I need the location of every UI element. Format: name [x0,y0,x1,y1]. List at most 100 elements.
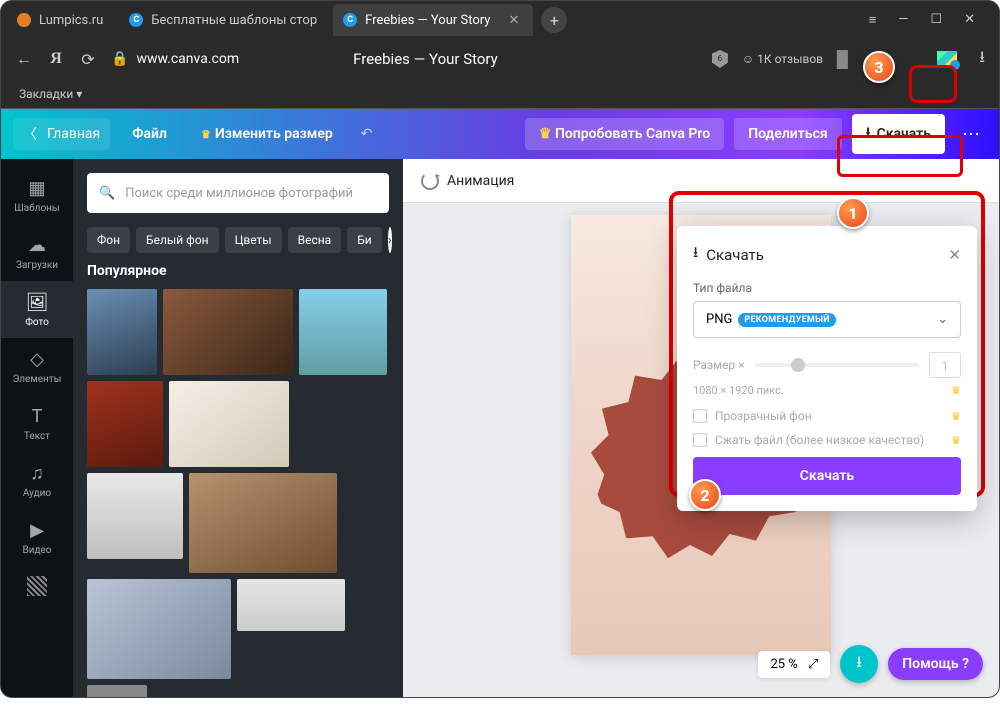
try-pro-button[interactable]: ♛ Попробовать Canva Pro [525,118,724,150]
size-value[interactable]: 1 [929,352,961,378]
photo-icon: 🖼 [26,291,48,313]
address-bar: ← Я ⟳ 🔒 www.canva.com Freebies — Your St… [1,39,999,79]
file-menu[interactable]: Файл [120,120,179,148]
photo-thumb[interactable] [87,381,163,467]
reload-icon[interactable]: ⟳ [79,50,97,69]
chip[interactable]: Белый фон [136,227,219,253]
rail-templates[interactable]: ▦Шаблоны [1,167,73,224]
annotation-badge-2: 2 [689,479,721,511]
share-button[interactable]: Поделиться [734,118,841,150]
search-placeholder: Поиск среди миллионов фотографий [125,186,353,201]
annotation-highlight [909,65,957,103]
photo-thumb[interactable] [169,381,289,467]
bookmarks-label: Закладки ▾ [19,87,82,101]
bookmarks-bar[interactable]: Закладки ▾ [1,79,999,109]
lock-icon: 🔒 [111,51,128,67]
rail-uploads[interactable]: ☁Загрузки [1,224,73,281]
annotation-highlight [837,135,963,177]
menu-icon[interactable]: ≡ [869,12,877,28]
annotation-badge-1: 1 [837,197,869,229]
quick-download-button[interactable]: ⭳ [840,645,878,683]
bottom-controls: 25 % ⤢ ⭳ Помощь ? [758,645,983,683]
chip[interactable]: Фон [87,227,130,253]
favicon-icon: C [129,13,143,27]
popover-title: Скачать [706,246,764,264]
size-slider[interactable] [755,363,919,367]
recommended-badge: РЕКОМЕНДУЕМЫЙ [738,313,835,327]
photo-thumb[interactable] [87,579,231,679]
photo-thumb[interactable] [237,579,345,631]
chip[interactable]: Весна [288,227,342,253]
window-controls: ≡ — ☐ ✕ [851,12,993,28]
tab-label: Бесплатные шаблоны стор [151,13,317,28]
tab-freebies[interactable]: C Freebies — Your Story ✕ [333,4,533,36]
minimize-icon[interactable]: — [898,12,908,28]
undo-icon[interactable]: ↶ [361,126,373,142]
section-popular: Популярное [87,263,389,279]
help-button[interactable]: Помощь ? [888,648,983,680]
download-popover: ⭳ Скачать ✕ Тип файла PNG РЕКОМЕНДУЕМЫЙ … [677,226,977,511]
file-type-select[interactable]: PNG РЕКОМЕНДУЕМЫЙ ⌄ [693,301,961,338]
shield-icon[interactable]: 6 [712,50,728,68]
audio-icon: ♫ [26,462,48,484]
compress-checkbox[interactable]: Сжать файл (более низкое качество) ♛ [693,433,961,447]
crown-icon: ♛ [951,434,961,447]
more-hatch-icon [27,576,47,596]
photo-thumb[interactable] [189,473,337,573]
photo-thumb[interactable] [87,289,157,375]
crown-icon: ♛ [951,384,961,397]
new-tab-button[interactable]: + [541,7,567,33]
search-icon: 🔍 [99,186,115,201]
tab-lumpics[interactable]: Lumpics.ru [7,4,117,36]
rail-video[interactable]: ▶Видео [1,509,73,566]
video-icon: ▶ [26,519,48,541]
page-title: Freebies — Your Story [353,50,498,68]
transparent-bg-checkbox[interactable]: Прозрачный фон ♛ [693,409,961,423]
rail-text[interactable]: TТекст [1,395,73,452]
rail-photos[interactable]: 🖼Фото [1,281,73,338]
elements-icon: ◇ [26,348,48,370]
size-slider-row: Размер × 1 [693,352,961,378]
checkbox-icon [693,409,707,423]
tab-templates[interactable]: C Бесплатные шаблоны стор [119,4,331,36]
yandex-icon[interactable]: Я [47,50,65,68]
resize-button[interactable]: ♛Изменить размер [189,120,345,148]
rail-more[interactable] [1,566,73,606]
animation-button[interactable]: Анимация [447,173,514,189]
tab-label: Lumpics.ru [39,13,103,28]
photo-thumb[interactable] [163,289,293,375]
chip[interactable]: Би [347,227,382,253]
browser-tabs: Lumpics.ru C Бесплатные шаблоны стор C F… [1,1,999,39]
rail-audio[interactable]: ♫Аудио [1,452,73,509]
downloads-icon[interactable]: ⭳ [979,46,985,73]
bookmark-icon[interactable]: ▉ [837,50,849,69]
chip[interactable]: Цветы [225,227,282,253]
browser-window: Lumpics.ru C Бесплатные шаблоны стор C F… [0,0,1000,698]
popover-close-button[interactable]: ✕ [948,246,961,264]
favicon-icon [17,13,31,27]
chips-scroll-right[interactable]: › [388,227,392,253]
photo-thumb[interactable] [299,289,387,375]
rail-elements[interactable]: ◇Элементы [1,338,73,395]
popover-download-button[interactable]: Скачать [693,457,961,495]
maximize-icon[interactable]: ☐ [930,12,942,28]
reviews-badge[interactable]: 1К отзывов [742,52,823,66]
search-input[interactable]: 🔍 Поиск среди миллионов фотографий [87,173,389,213]
tab-close-icon[interactable]: ✕ [508,13,519,28]
favicon-icon: C [343,13,357,27]
url-display[interactable]: 🔒 www.canva.com [111,51,239,67]
photo-thumb[interactable] [87,473,183,559]
photo-thumb[interactable] [87,685,147,697]
file-type-value: PNG [706,312,732,327]
home-button[interactable]: 〈 Главная [13,118,110,150]
back-icon[interactable]: ← [15,49,33,69]
photo-grid [87,289,389,697]
animation-icon [421,172,439,190]
dimensions-text: 1080 × 1920 пикс. [693,384,784,397]
text-icon: T [26,405,48,427]
annotation-badge-3: 3 [863,51,895,83]
photos-panel: 🔍 Поиск среди миллионов фотографий Фон Б… [73,159,403,697]
crown-icon: ♛ [201,128,211,141]
zoom-control[interactable]: 25 % ⤢ [758,651,830,678]
close-icon[interactable]: ✕ [964,12,975,28]
